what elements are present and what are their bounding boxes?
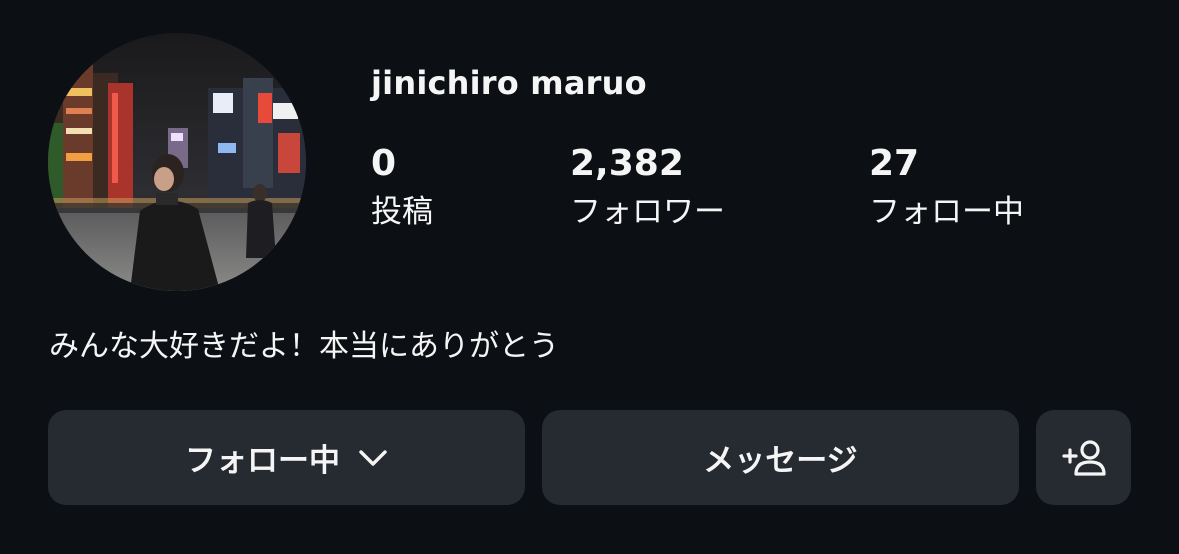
- stat-following[interactable]: 27 フォロー中: [869, 140, 1024, 235]
- chevron-down-icon: [358, 448, 388, 468]
- following-count: 27: [869, 143, 920, 184]
- add-user-button[interactable]: [1036, 410, 1131, 505]
- message-button[interactable]: メッセージ: [542, 410, 1019, 505]
- following-button[interactable]: フォロー中: [48, 410, 525, 505]
- stat-posts[interactable]: 0 投稿: [371, 140, 433, 235]
- profile-page: jinichiro maruo 0 投稿 2,382 フォロワー 27 フォロー…: [0, 0, 1179, 554]
- posts-count: 0: [371, 143, 397, 184]
- following-button-label: フォロー中: [185, 443, 340, 479]
- username: jinichiro maruo: [371, 64, 647, 102]
- message-button-label: メッセージ: [703, 443, 858, 479]
- following-label: フォロー中: [869, 194, 1024, 230]
- posts-label: 投稿: [371, 194, 433, 230]
- bio: みんな大好きだよ！本当にありがとう: [49, 329, 559, 364]
- followers-label: フォロワー: [570, 194, 725, 230]
- followers-count: 2,382: [570, 143, 684, 184]
- avatar-photo: [48, 33, 306, 291]
- add-person-icon: [1060, 438, 1108, 478]
- avatar[interactable]: [48, 33, 306, 291]
- stat-followers[interactable]: 2,382 フォロワー: [570, 140, 725, 235]
